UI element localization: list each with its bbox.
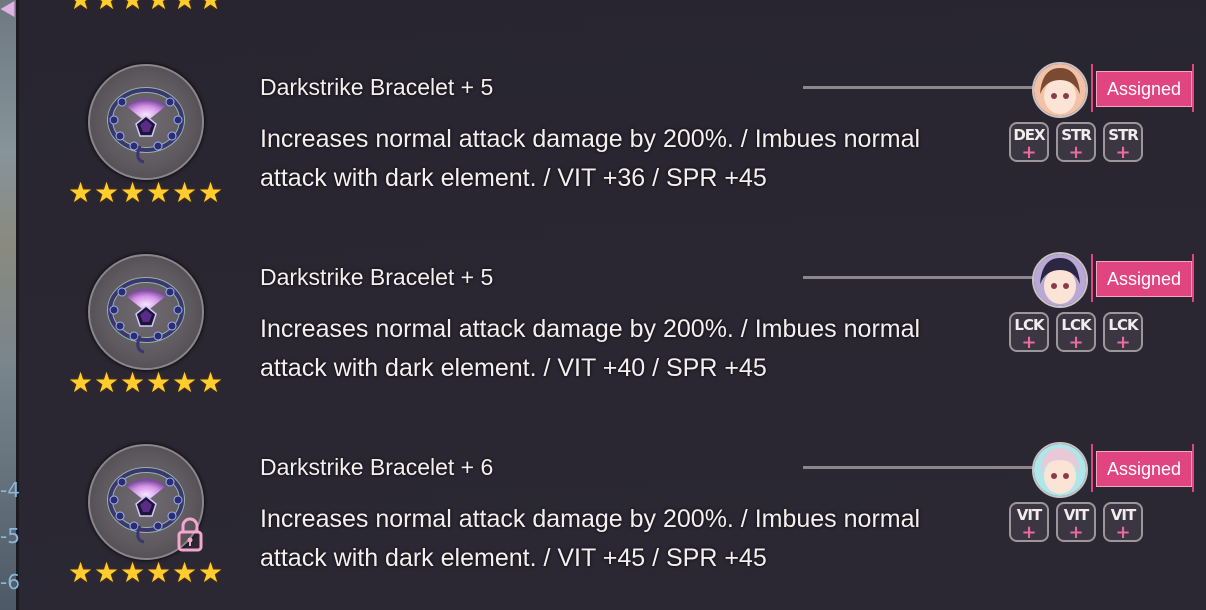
item-icon-frame [88, 254, 204, 370]
star-icon: ★ [198, 556, 224, 589]
item-description: Increases normal attack damage by 200%. … [260, 500, 940, 578]
stat-slot[interactable]: VIT + [1009, 502, 1049, 543]
stat-slot[interactable]: LCK + [1056, 312, 1096, 353]
plus-icon: + [1021, 522, 1037, 543]
star-icon: ★ [172, 556, 198, 589]
item-description-line: Increases normal attack damage by 200%. … [260, 315, 921, 343]
star-icon: ★ [68, 556, 94, 589]
star-icon: ★ [172, 366, 198, 399]
assigned-badge: Assigned [1096, 261, 1192, 297]
pink-hair-character-avatar[interactable] [1032, 442, 1088, 498]
bracelet-icon [107, 277, 185, 354]
assigned-bracket [1091, 254, 1093, 302]
assigned-badge: Assigned [1096, 451, 1192, 487]
item-icon[interactable] [88, 254, 204, 370]
stat-slots: LCK + LCK + LCK + [1009, 312, 1143, 353]
assigned-bracket [1192, 444, 1194, 492]
dark-hair-character-avatar[interactable] [1032, 252, 1088, 308]
star-icon: ★ [120, 366, 146, 399]
lock-icon[interactable] [176, 516, 204, 552]
star-icon: ★ [120, 556, 146, 589]
stat-slot[interactable]: VIT + [1103, 502, 1143, 543]
plus-icon: + [1021, 332, 1037, 353]
rarity-stars: ★ ★ ★ ★ ★ ★ [68, 556, 224, 589]
side-number: -5 [0, 524, 20, 548]
stat-slot[interactable]: VIT + [1056, 502, 1096, 543]
item-description-line: attack with dark element. / VIT +40 / SP… [260, 354, 767, 382]
connector-line [803, 276, 1035, 279]
star-icon: ★ [94, 556, 120, 589]
star-icon: ★ [68, 366, 94, 399]
star-icon: ★ [94, 366, 120, 399]
item-name: Darkstrike Bracelet + 6 [260, 454, 494, 480]
item-name: Darkstrike Bracelet + 5 [260, 264, 494, 290]
connector-line [803, 466, 1035, 469]
plus-icon: + [1068, 332, 1084, 353]
stat-slot[interactable]: LCK + [1103, 312, 1143, 353]
equipment-row[interactable]: ★ ★ ★ ★ ★ ★ Darkstrike Bracelet + 6 Increases… [0, 0, 1206, 587]
plus-icon: + [1115, 332, 1131, 353]
assigned-bracket [1091, 444, 1093, 492]
stat-slots: VIT + VIT + VIT + [1009, 502, 1143, 543]
side-number: -4 [0, 478, 20, 502]
rarity-stars: ★ ★ ★ ★ ★ ★ [68, 366, 224, 399]
plus-icon: + [1068, 522, 1084, 543]
item-description-line: attack with dark element. / VIT +45 / SP… [260, 544, 767, 572]
star-icon: ★ [146, 556, 172, 589]
item-description-line: Increases normal attack damage by 200%. … [260, 505, 921, 533]
assigned-bracket [1192, 254, 1194, 302]
lock-button[interactable] [176, 516, 204, 552]
stat-slot[interactable]: LCK + [1009, 312, 1049, 353]
item-description: Increases normal attack damage by 200%. … [260, 310, 940, 388]
star-icon: ★ [198, 366, 224, 399]
plus-icon: + [1115, 522, 1131, 543]
star-icon: ★ [146, 366, 172, 399]
side-number: -6 [0, 570, 20, 594]
